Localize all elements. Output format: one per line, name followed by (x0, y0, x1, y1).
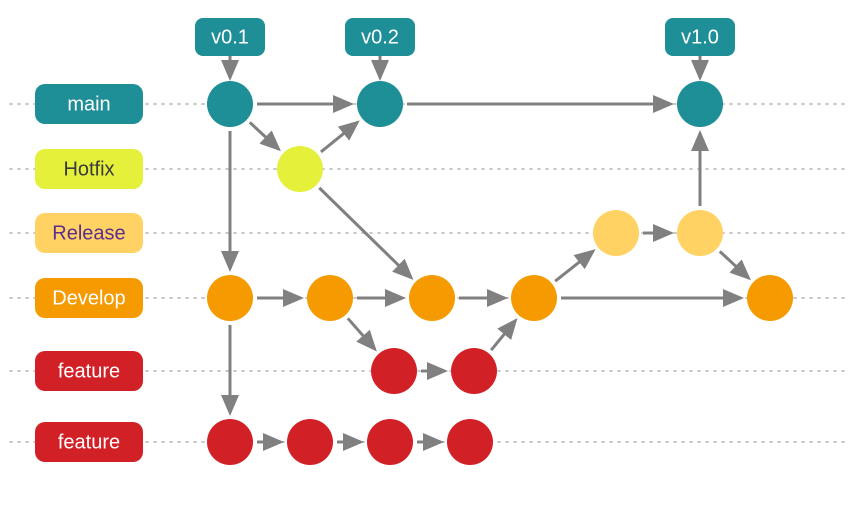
version-tag-text: v1.0 (681, 26, 719, 48)
commit-m2 (357, 81, 403, 127)
arrow-d4-to-r1 (555, 251, 593, 281)
branch-label-develop: Develop (35, 278, 143, 318)
commit-d5 (747, 275, 793, 321)
commit-d3 (409, 275, 455, 321)
version-tag-v0-2: v0.2 (345, 18, 415, 56)
branch-label-text-main: main (67, 93, 110, 115)
branch-label-release: Release (35, 213, 143, 253)
version-tag-v0-1: v0.1 (195, 18, 265, 56)
commit-fB3 (367, 419, 413, 465)
version-tag-v1-0: v1.0 (665, 18, 735, 56)
commit-h1 (277, 146, 323, 192)
branch-label-text-release: Release (52, 222, 125, 244)
commit-r2 (677, 210, 723, 256)
arrow-h1-to-d3 (319, 188, 411, 278)
arrow-r2-to-d5 (720, 251, 749, 278)
branch-label-text-feat1: feature (58, 360, 120, 382)
branch-label-main: main (35, 84, 143, 124)
commit-m3 (677, 81, 723, 127)
branch-label-text-hotfix: Hotfix (63, 158, 114, 180)
version-tag-text: v0.1 (211, 26, 249, 48)
arrow-m1-to-h1 (250, 122, 279, 149)
branch-label-text-develop: Develop (52, 287, 125, 309)
arrow-h1-to-m2 (321, 122, 358, 152)
commit-fB2 (287, 419, 333, 465)
commit-fB4 (447, 419, 493, 465)
branch-label-text-feat2: feature (58, 431, 120, 453)
commit-fB1 (207, 419, 253, 465)
branch-label-feat2: feature (35, 422, 143, 462)
branch-label-hotfix: Hotfix (35, 149, 143, 189)
version-tag-text: v0.2 (361, 26, 399, 48)
commit-fA1 (371, 348, 417, 394)
commits-layer (207, 81, 793, 465)
arrow-fA2-to-d4 (491, 320, 515, 350)
git-branching-diagram: v0.1 v0.2 v1.0 main Hotfix Release Develop fea… (0, 0, 859, 515)
version-tags-layer: v0.1 v0.2 v1.0 (195, 18, 735, 56)
commit-d4 (511, 275, 557, 321)
commit-fA2 (451, 348, 497, 394)
branch-labels-layer: main Hotfix Release Develop feature feature (35, 84, 143, 462)
branch-label-feat1: feature (35, 351, 143, 391)
commit-m1 (207, 81, 253, 127)
commit-d1 (207, 275, 253, 321)
arrow-d2-to-fA1 (348, 318, 375, 349)
commit-r1 (593, 210, 639, 256)
commit-d2 (307, 275, 353, 321)
